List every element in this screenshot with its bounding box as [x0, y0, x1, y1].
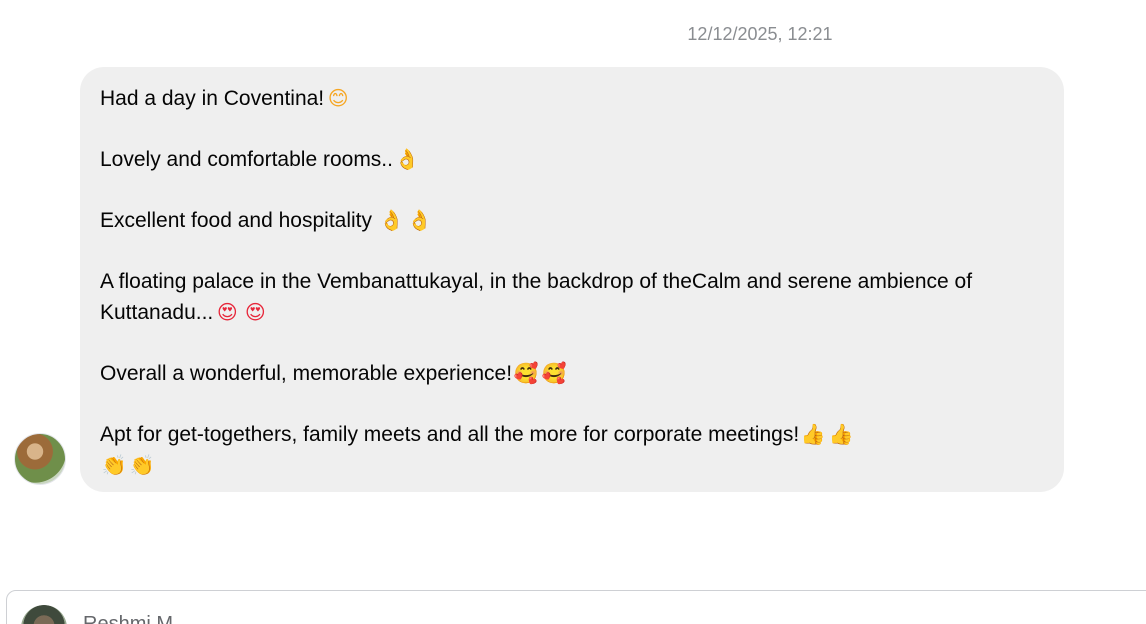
current-user-avatar [21, 605, 67, 624]
message-timestamp: 12/12/2025, 12:21 [687, 24, 833, 44]
chat-window: 12/12/2025, 12:21 Had a day in Coventina… [0, 0, 1146, 624]
smiling-face-with-hearts-icon: 🥰 [513, 361, 539, 385]
composer-user-name: Reshmi M [83, 613, 174, 624]
smiling-face-with-hearts-icon: 🥰 [541, 361, 567, 385]
clapping-hands-icon: 👏 [101, 453, 127, 477]
clapping-hands-icon: 👏 [129, 453, 155, 477]
message-line-2: Lovely and comfortable rooms..👌 [100, 144, 1044, 175]
thumbs-up-icon: 👍 [828, 422, 854, 446]
message-line-1: Had a day in Coventina! 😊 [100, 83, 1044, 114]
sender-avatar[interactable] [14, 433, 66, 485]
message-line-6: Apt for get-togethers, family meets and … [100, 419, 1044, 481]
heart-eyes-icon: 😍 [244, 300, 266, 324]
ok-hand-icon: 👌 [394, 147, 420, 171]
ok-hand-icon: 👌 [407, 208, 433, 232]
message-line-4: A floating palace in the Vembanattukayal… [100, 266, 1044, 328]
message-line-5: Overall a wonderful, memorable experienc… [100, 358, 1044, 389]
message-line-3: Excellent food and hospitality 👌 👌 [100, 205, 1044, 236]
message-bubble[interactable]: Had a day in Coventina! 😊 Lovely and comf… [80, 67, 1064, 492]
ok-hand-icon: 👌 [379, 208, 405, 232]
message-row: Had a day in Coventina! 😊 Lovely and comf… [14, 67, 1074, 492]
comment-composer[interactable]: Reshmi M [6, 590, 1146, 624]
heart-eyes-icon: 😍 [216, 300, 238, 324]
thumbs-up-icon: 👍 [800, 422, 826, 446]
smiling-face-icon: 😊 [327, 86, 349, 110]
